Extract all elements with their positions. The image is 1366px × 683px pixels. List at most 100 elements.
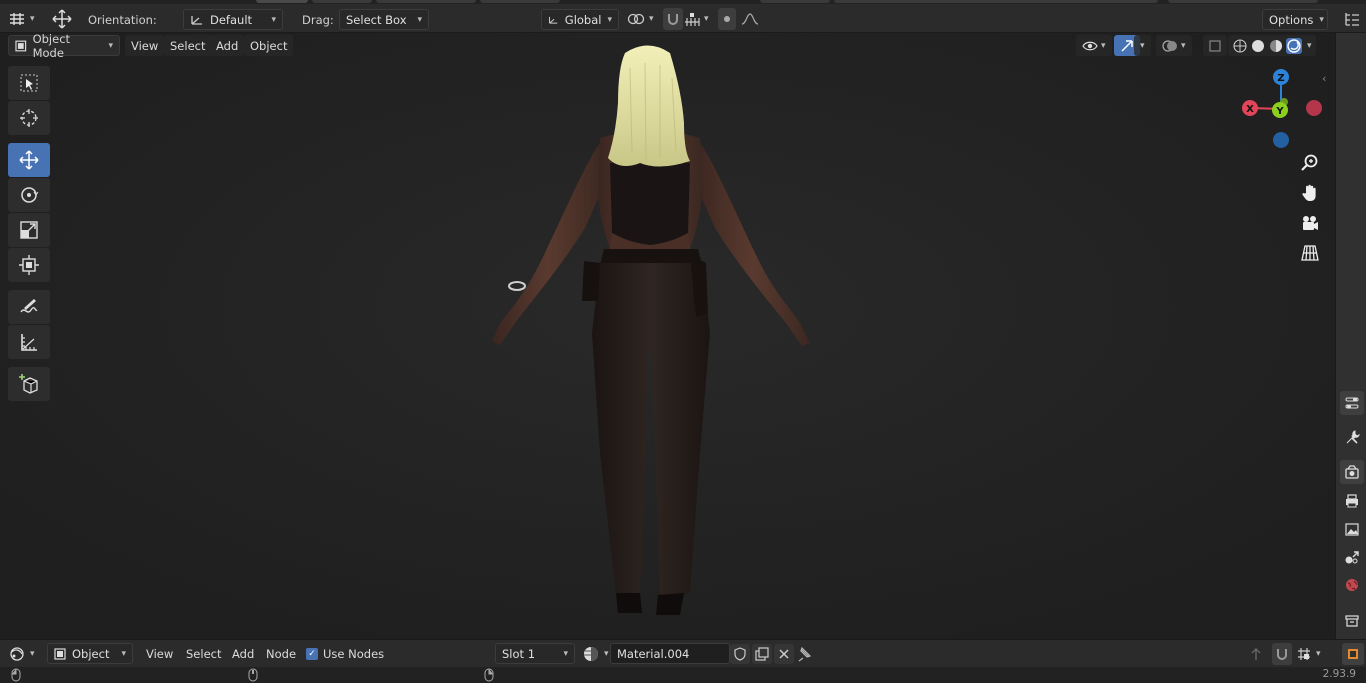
gizmo-icon: [1121, 39, 1133, 52]
node-menu-select[interactable]: Select: [180, 643, 227, 664]
snap-toggle-button[interactable]: [663, 8, 683, 30]
navigation-gizmo[interactable]: Z X Y: [1236, 64, 1332, 154]
tool-scale[interactable]: [8, 213, 50, 247]
unlink-material-button[interactable]: [774, 644, 794, 664]
printer-icon: [1346, 494, 1358, 508]
mode-dropdown[interactable]: Object Mode ▾: [8, 32, 120, 60]
options-dropdown[interactable]: Options ▾: [1262, 9, 1328, 30]
node-menu-node[interactable]: Node: [260, 643, 302, 664]
fake-user-button[interactable]: [730, 644, 750, 664]
visibility-dropdown[interactable]: ▾: [1076, 35, 1112, 56]
orientation-value: Default: [210, 12, 253, 27]
tool-annotate[interactable]: [8, 290, 50, 324]
drag-value: Select Box: [346, 12, 407, 27]
menu-object[interactable]: Object: [244, 35, 294, 56]
rendered-icon: [1287, 38, 1301, 53]
view-layer-tab[interactable]: [1340, 517, 1364, 541]
editor-type-button[interactable]: ▾: [8, 643, 35, 665]
pivot-icon: [627, 13, 645, 25]
tool-measure[interactable]: [8, 325, 50, 359]
new-material-button[interactable]: [752, 644, 772, 664]
gizmos-dropdown[interactable]: ▾: [1134, 35, 1151, 56]
world-tab[interactable]: [1340, 573, 1364, 597]
overlays-dropdown[interactable]: ▾: [1156, 35, 1192, 56]
grid-perspective-icon: [1301, 245, 1319, 261]
material-name-field[interactable]: Material.004: [610, 643, 730, 664]
node-menu-view[interactable]: View: [140, 643, 179, 664]
tool-add-cube[interactable]: [8, 367, 50, 401]
tool-move[interactable]: [8, 143, 50, 177]
material-tab[interactable]: [1342, 643, 1364, 665]
orientation-icon: [191, 15, 202, 25]
pin-icon: [798, 646, 812, 662]
chevron-down-icon: ▾: [108, 40, 113, 51]
solid-icon: [1252, 39, 1264, 52]
parent-node-tree-button[interactable]: [1248, 643, 1264, 665]
camera-view-button[interactable]: [1297, 210, 1323, 236]
tool-cursor[interactable]: [8, 101, 50, 135]
node-menu-add[interactable]: Add: [226, 643, 260, 664]
shader-editor-header: ▾ Object ▾ View Select Add Node ✓ Use No…: [0, 639, 1366, 667]
shader-type-dropdown[interactable]: Object ▾: [47, 643, 133, 664]
world-icon: [1346, 579, 1358, 591]
tool-tab[interactable]: [1340, 425, 1364, 449]
properties-options-icon: [1345, 397, 1359, 409]
rendered-shading-button[interactable]: [1286, 37, 1302, 54]
grid-snap-icon: [1298, 648, 1310, 660]
properties-options-tab[interactable]: [1340, 391, 1364, 415]
render-tab[interactable]: [1340, 460, 1364, 484]
chevron-down-icon: ▾: [30, 14, 35, 24]
pin-button[interactable]: [796, 643, 812, 665]
solid-shading-button[interactable]: [1250, 38, 1266, 54]
tool-rotate[interactable]: [8, 178, 50, 212]
snap-target-button[interactable]: ▾: [684, 8, 709, 30]
character-model[interactable]: [0, 33, 1335, 639]
outliner-toggle-button[interactable]: [1344, 8, 1360, 30]
tool-select-box[interactable]: [8, 66, 50, 100]
transform-move-button[interactable]: [50, 8, 74, 30]
menu-view[interactable]: View: [125, 35, 165, 56]
render-camera-icon: [1345, 465, 1359, 479]
falloff-button[interactable]: [741, 8, 759, 30]
output-tab[interactable]: [1340, 489, 1364, 513]
collection-tab[interactable]: [1340, 609, 1364, 633]
proportional-editing-icon: [724, 16, 730, 22]
object-mode-icon: [15, 40, 27, 51]
use-nodes-checkbox[interactable]: ✓ Use Nodes: [300, 643, 390, 664]
snap-toggle-button[interactable]: [1272, 643, 1292, 665]
orientation-dropdown[interactable]: Default ▾: [183, 9, 283, 30]
material-name-value: Material.004: [617, 646, 690, 661]
editor-type-button[interactable]: ▾: [8, 8, 35, 30]
scene-tab[interactable]: [1340, 545, 1364, 569]
tool-transform[interactable]: [8, 248, 50, 282]
xray-toggle[interactable]: [1203, 35, 1227, 56]
browse-material-button[interactable]: ▾: [582, 643, 609, 665]
move-icon: [19, 150, 39, 170]
pivot-point-button[interactable]: ▾: [627, 8, 654, 30]
magnet-icon: [668, 14, 678, 25]
sidebar-toggle-icon[interactable]: ‹: [1322, 72, 1326, 85]
material-sphere-icon: [584, 647, 598, 661]
menu-add[interactable]: Add: [210, 35, 245, 56]
scale-icon: [20, 221, 38, 239]
drag-dropdown[interactable]: Select Box ▾: [339, 9, 429, 30]
wireframe-shading-button[interactable]: [1232, 38, 1248, 54]
zoom-button[interactable]: [1297, 150, 1323, 176]
menu-select[interactable]: Select: [164, 35, 212, 56]
snap-target-button[interactable]: ▾: [1296, 643, 1321, 665]
editor-type-icon: [10, 13, 24, 25]
chevron-down-icon[interactable]: ▾: [1307, 41, 1312, 51]
gizmo-neg-x-axis[interactable]: [1306, 100, 1322, 116]
gizmo-neg-z-axis[interactable]: [1273, 132, 1289, 148]
close-icon: [779, 649, 789, 659]
pan-button[interactable]: [1297, 180, 1323, 206]
proportional-editing-button[interactable]: [718, 8, 736, 30]
material-shading-button[interactable]: [1268, 38, 1284, 54]
perspective-toggle-button[interactable]: [1297, 240, 1323, 266]
transform-orientation-dropdown[interactable]: Global ▾: [541, 9, 619, 30]
object-icon: [54, 647, 66, 660]
3d-viewport[interactable]: [0, 33, 1335, 639]
slot-dropdown[interactable]: Slot 1 ▾: [495, 643, 575, 664]
move-icon: [52, 9, 72, 29]
chevron-down-icon: ▾: [1181, 40, 1186, 51]
